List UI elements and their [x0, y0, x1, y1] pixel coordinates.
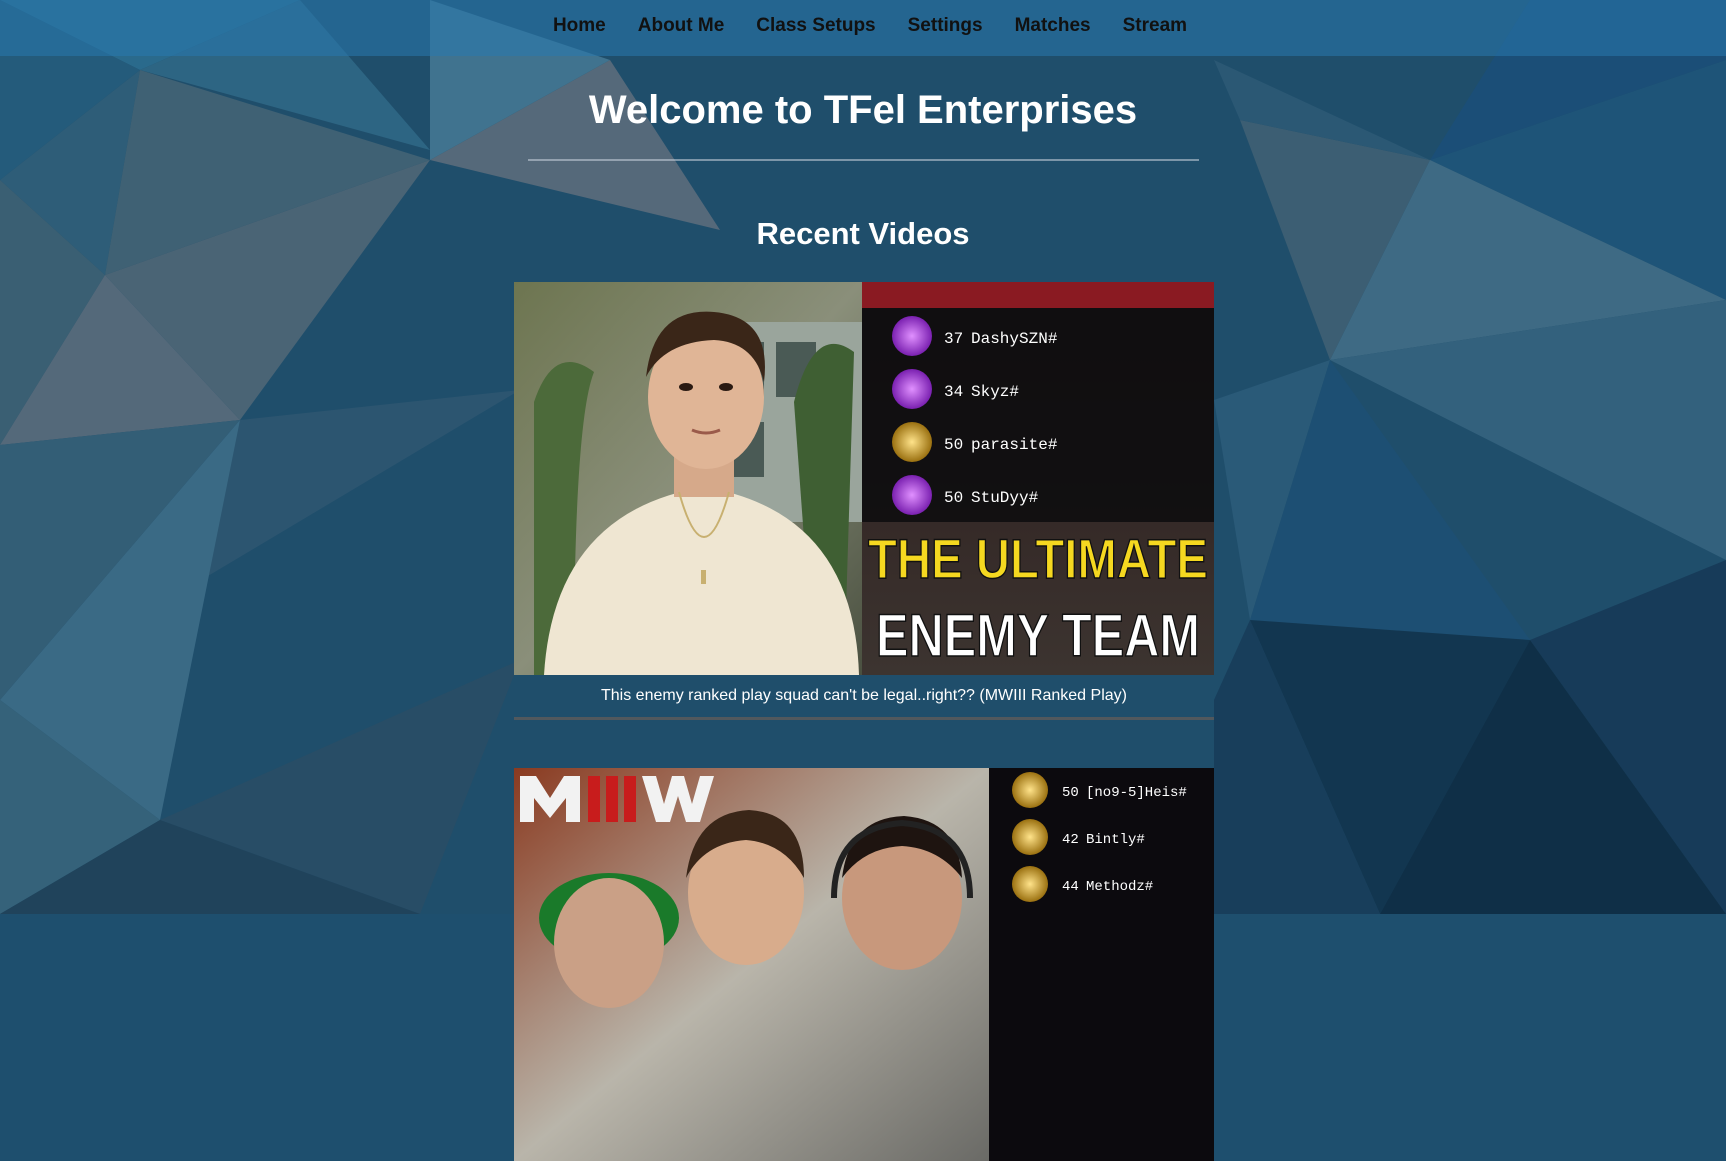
video-divider [514, 717, 1214, 720]
scoreboard-score: 34 [944, 383, 963, 401]
scoreboard-name: Bintly# [1086, 832, 1145, 848]
main-content: Welcome to TFel Enterprises Recent Video… [0, 0, 1726, 1161]
gold-skull-badge-icon [1012, 819, 1048, 855]
gold-skull-badge-icon [1012, 866, 1048, 902]
title-divider [528, 159, 1199, 161]
video-thumbnail[interactable]: 50 [no9-5]Heis# 42 Bintly# 44 Methodz# [514, 768, 1214, 1161]
video-thumbnail[interactable]: 37 DashySZN# 34 Skyz# 50 parasite# 50 St… [514, 282, 1214, 675]
gold-skull-badge-icon [1012, 772, 1048, 808]
scoreboard-name: parasite# [971, 436, 1058, 454]
video-card: 50 [no9-5]Heis# 42 Bintly# 44 Methodz# [514, 768, 1214, 1161]
rank-badge-icon [892, 316, 932, 356]
page-title: Welcome to TFel Enterprises [588, 88, 1138, 132]
scoreboard-name: Skyz# [971, 383, 1019, 401]
nav-stream[interactable]: Stream [1123, 15, 1187, 37]
rank-badge-icon [892, 369, 932, 409]
section-title: Recent Videos [756, 216, 970, 251]
scoreboard-score: 50 [944, 489, 963, 507]
scoreboard-score: 50 [1062, 785, 1079, 801]
rank-badge-icon [892, 475, 932, 515]
top-navbar: Home About Me Class Setups Settings Matc… [0, 0, 1726, 56]
scoreboard-name: StuDyy# [971, 489, 1039, 507]
thumbnail-headline-line1: THE ULTIMATE [868, 527, 1208, 590]
nav-class-setups[interactable]: Class Setups [756, 15, 875, 37]
nav-links: Home About Me Class Setups Settings Matc… [0, 0, 1726, 52]
gold-skull-badge-icon [892, 422, 932, 462]
scoreboard-score: 50 [944, 436, 963, 454]
nav-settings[interactable]: Settings [908, 15, 983, 37]
scoreboard-score: 44 [1062, 879, 1079, 895]
thumbnail-headline-line2: ENEMY TEAM [876, 602, 1200, 669]
nav-home[interactable]: Home [553, 15, 606, 37]
scoreboard-score: 37 [944, 330, 963, 348]
nav-matches[interactable]: Matches [1015, 15, 1091, 37]
video-caption[interactable]: This enemy ranked play squad can't be le… [514, 687, 1214, 705]
scoreboard-name: Methodz# [1086, 879, 1153, 895]
scoreboard-name: [no9-5]Heis# [1086, 785, 1187, 801]
scoreboard-name: DashySZN# [971, 330, 1058, 348]
scoreboard-score: 42 [1062, 832, 1079, 848]
video-card: 37 DashySZN# 34 Skyz# 50 parasite# 50 St… [514, 282, 1214, 720]
nav-about-me[interactable]: About Me [638, 15, 725, 37]
